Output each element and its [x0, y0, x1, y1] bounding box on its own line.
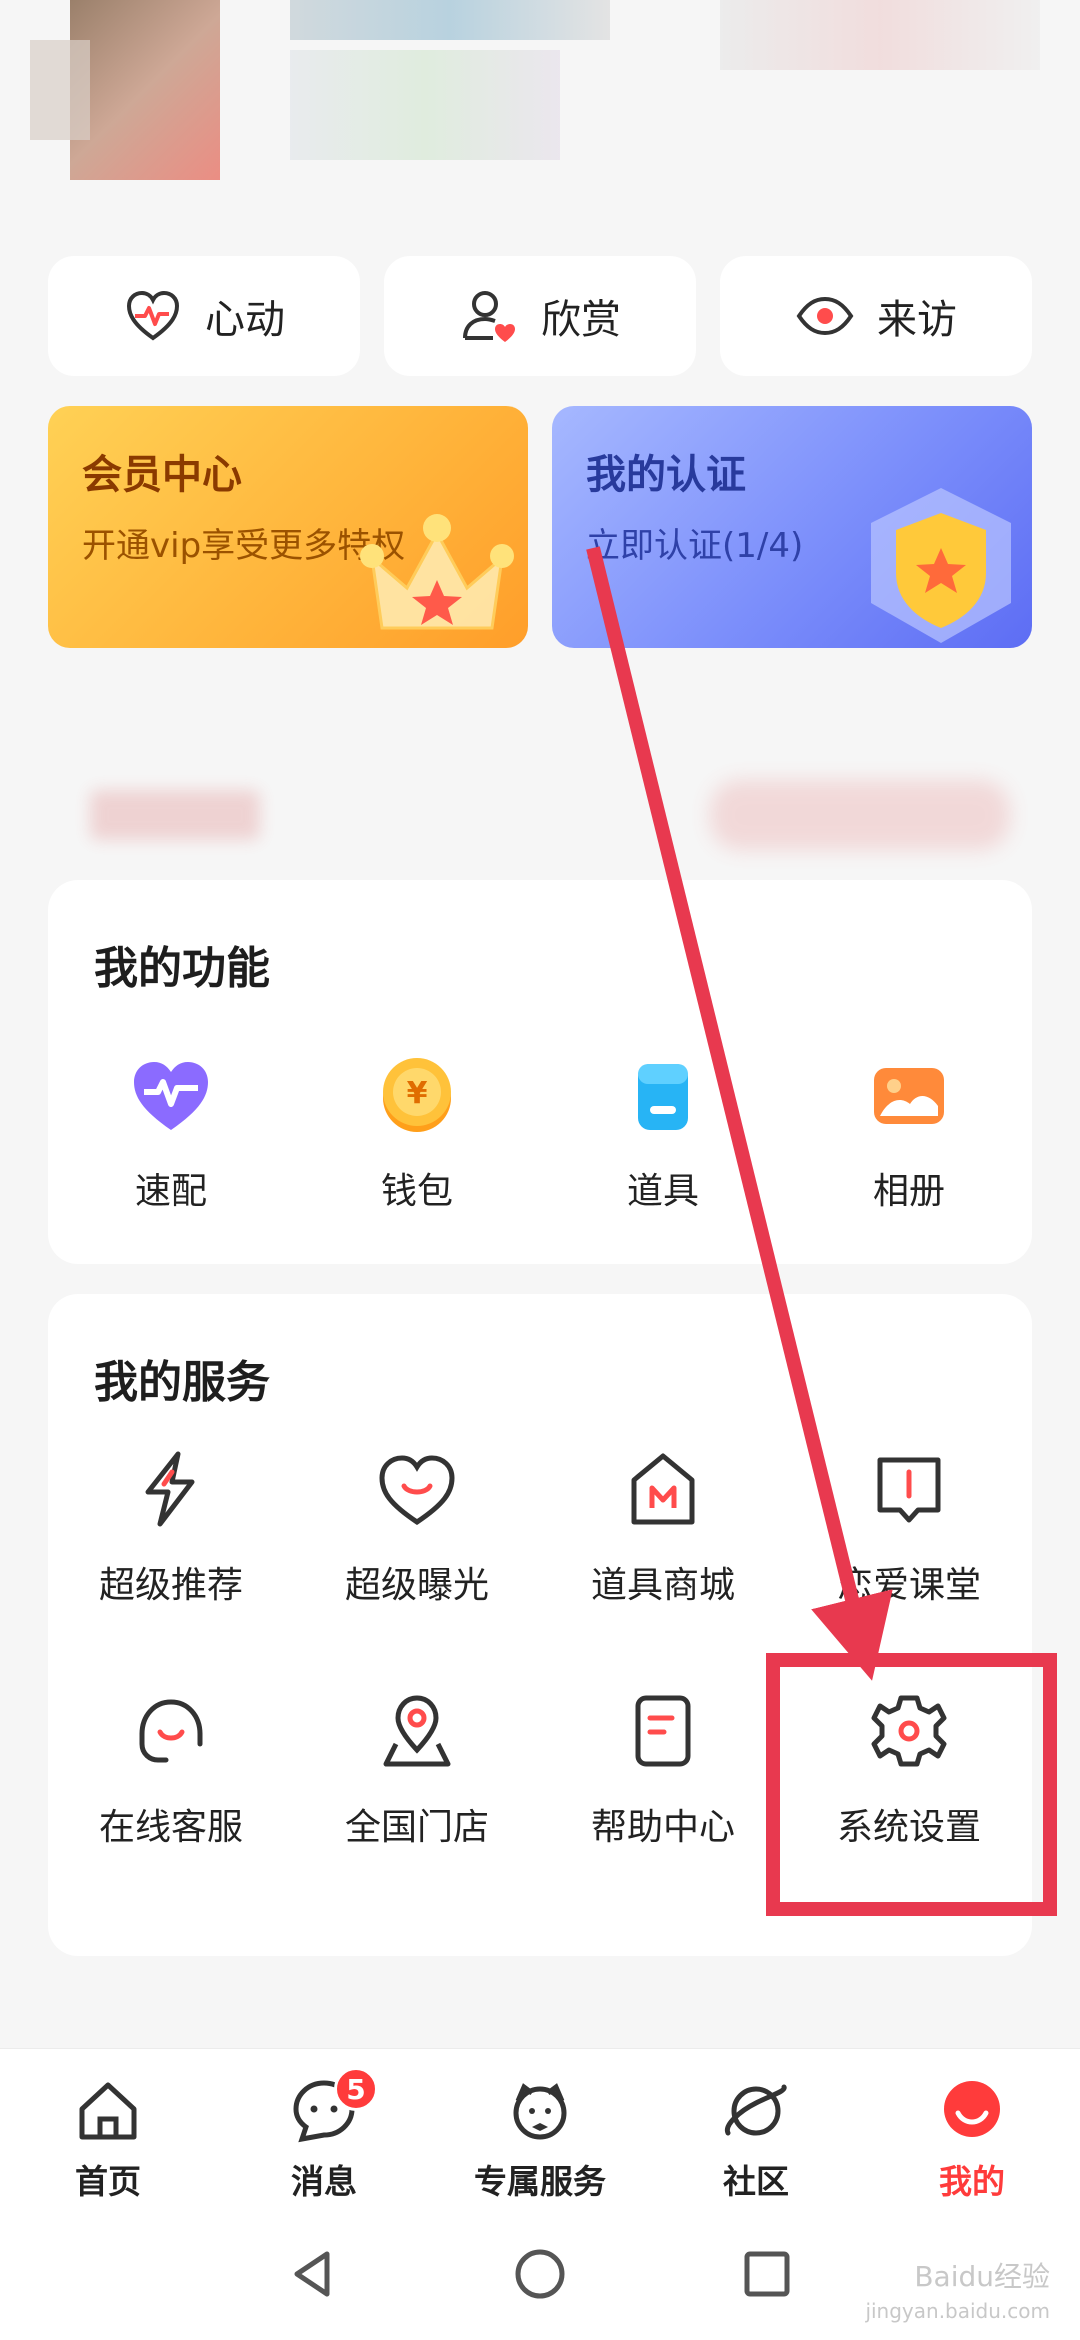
- serv-label: 道具商城: [590, 1565, 735, 1606]
- my-services-section: 我的服务 超级推荐 超级曝光 道具商城 恋爱课堂 在线客服 全国门店 帮助中心 …: [48, 1294, 1032, 1956]
- nav-label: 我的: [939, 2162, 1005, 2201]
- quick-heartbeat[interactable]: 心动: [48, 256, 360, 376]
- services-grid-row-1: 超级推荐 超级曝光 道具商城 恋爱课堂: [48, 1444, 1032, 1608]
- profile-header-mosaic[interactable]: [0, 0, 1080, 200]
- vip-center-card[interactable]: 会员中心 开通vip享受更多特权: [48, 406, 528, 648]
- recents-square-icon[interactable]: [737, 2244, 797, 2304]
- serv-super-exposure[interactable]: 超级曝光: [294, 1444, 540, 1608]
- quick-visitors[interactable]: 来访: [720, 256, 1032, 376]
- mall-icon: [631, 1453, 695, 1525]
- me-icon: [944, 2081, 1000, 2137]
- services-grid-row-2: 在线客服 全国门店 帮助中心 系统设置: [48, 1686, 1032, 1850]
- shield-icon: [871, 488, 1011, 643]
- serv-label: 全国门店: [344, 1807, 489, 1848]
- quick-label: 欣赏: [541, 297, 621, 343]
- nav-me[interactable]: 我的: [864, 2049, 1080, 2208]
- location-pin-icon: [383, 1695, 451, 1767]
- quick-label: 来访: [877, 297, 957, 343]
- service-icon: [513, 2083, 567, 2140]
- func-label: 速配: [134, 1171, 207, 1212]
- services-title: 我的服务: [94, 1357, 270, 1408]
- bottom-nav: 首页 5 消息 专属服务 社区 我的: [0, 2048, 1080, 2208]
- watermark-line-1: Baidu经验: [914, 2260, 1050, 2293]
- svg-text:¥: ¥: [407, 1076, 428, 1111]
- serv-label: 帮助中心: [590, 1807, 735, 1848]
- back-triangle-icon[interactable]: [283, 2244, 343, 2304]
- functions-title: 我的功能: [94, 943, 270, 994]
- nav-messages[interactable]: 5 消息: [216, 2049, 432, 2208]
- serv-super-recommend[interactable]: 超级推荐: [48, 1444, 294, 1608]
- func-props[interactable]: 道具: [540, 1050, 786, 1214]
- props-tag-icon: [638, 1064, 688, 1130]
- crown-icon: [360, 514, 514, 630]
- func-quick-match[interactable]: 速配: [48, 1050, 294, 1214]
- watermark-line-2: jingyan.baidu.com: [865, 2299, 1050, 2323]
- message-badge: 5: [334, 2067, 378, 2111]
- watermark: Baidu经验 jingyan.baidu.com: [865, 2260, 1050, 2328]
- serv-label: 在线客服: [98, 1807, 243, 1848]
- quick-admire[interactable]: 欣赏: [384, 256, 696, 376]
- nav-community[interactable]: 社区: [648, 2049, 864, 2208]
- nav-label: 专属服务: [474, 2162, 606, 2201]
- func-label: 钱包: [380, 1171, 453, 1212]
- quick-stats-row: 心动 欣赏 来访: [48, 256, 1032, 376]
- lightning-icon: [145, 1451, 195, 1527]
- func-wallet[interactable]: ¥ 钱包: [294, 1050, 540, 1214]
- home-circle-icon[interactable]: [510, 2244, 570, 2304]
- serv-system-settings[interactable]: 系统设置: [786, 1686, 1032, 1850]
- system-nav-bar: Baidu经验 jingyan.baidu.com: [0, 2208, 1080, 2340]
- headset-icon: [139, 1699, 203, 1763]
- serv-stores[interactable]: 全国门店: [294, 1686, 540, 1850]
- my-functions-section: 我的功能 速配 ¥ 钱包 道具 相册: [48, 880, 1032, 1264]
- banner-blur-right: [710, 780, 1010, 850]
- serv-online-support[interactable]: 在线客服: [48, 1686, 294, 1850]
- nav-label: 首页: [75, 2162, 141, 2201]
- serv-help-center[interactable]: 帮助中心: [540, 1686, 786, 1850]
- nav-label: 消息: [291, 2162, 357, 2201]
- func-label: 相册: [872, 1171, 945, 1212]
- heart-smile-icon: [379, 1455, 455, 1526]
- home-icon: [79, 2082, 137, 2140]
- wallet-coin-icon: ¥: [383, 1058, 451, 1132]
- serv-label: 恋爱课堂: [836, 1565, 981, 1606]
- banner-blur-left: [90, 790, 260, 840]
- serv-label: 超级推荐: [98, 1565, 243, 1606]
- planet-icon: [724, 2084, 787, 2136]
- serv-label: 超级曝光: [344, 1565, 489, 1606]
- serv-label: 系统设置: [836, 1807, 981, 1848]
- user-heart-icon: [463, 291, 515, 342]
- nav-home[interactable]: 首页: [0, 2049, 216, 2208]
- eye-icon: [796, 296, 854, 336]
- func-label: 道具: [626, 1171, 699, 1212]
- functions-grid: 速配 ¥ 钱包 道具 相册: [48, 1050, 1032, 1214]
- heart-pulse-icon: [126, 290, 180, 341]
- album-icon: [874, 1068, 944, 1124]
- my-verification-card[interactable]: 我的认证 立即认证(1/4): [552, 406, 1032, 648]
- func-album[interactable]: 相册: [786, 1050, 1032, 1214]
- quick-match-icon: [134, 1062, 208, 1130]
- serv-props-mall[interactable]: 道具商城: [540, 1444, 786, 1608]
- settings-gear-icon: [871, 1695, 947, 1767]
- nav-exclusive-service[interactable]: 专属服务: [432, 2049, 648, 2208]
- serv-love-class[interactable]: 恋爱课堂: [786, 1444, 1032, 1608]
- nav-label: 社区: [723, 2162, 789, 2201]
- faint-banner[interactable]: [90, 770, 1010, 860]
- help-doc-icon: [635, 1695, 691, 1767]
- quick-label: 心动: [205, 297, 285, 343]
- classroom-icon: [877, 1457, 941, 1523]
- feature-cards: 会员中心 开通vip享受更多特权 我的认证 立即认证(1/4): [48, 406, 1032, 648]
